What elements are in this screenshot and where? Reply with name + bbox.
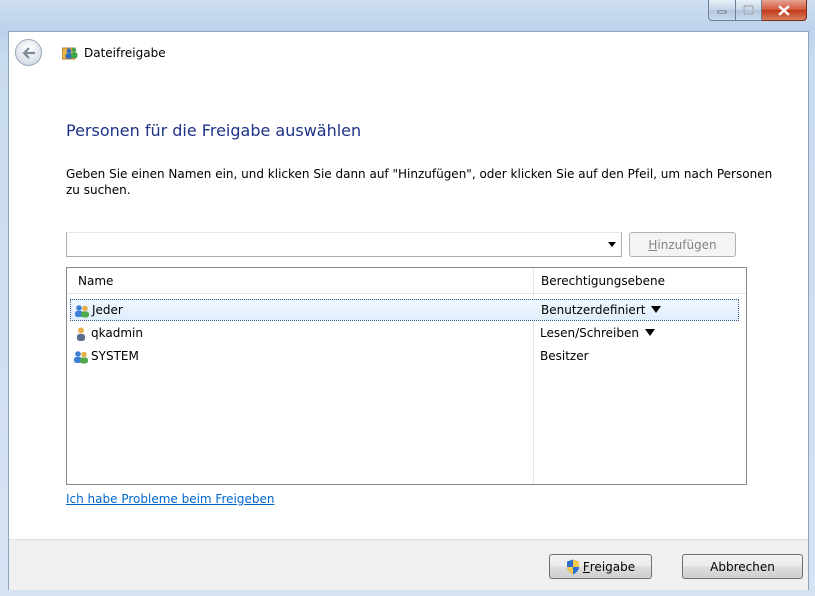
uac-shield-icon bbox=[566, 559, 579, 574]
permission-label: Lesen/Schreiben bbox=[540, 326, 639, 340]
list-item[interactable]: qkadmin Lesen/Schreiben bbox=[70, 323, 739, 345]
user-icon bbox=[77, 327, 85, 341]
close-icon bbox=[778, 4, 790, 16]
instruction-text: Geben Sie einen Namen ein, und klicken S… bbox=[66, 167, 773, 197]
share-button-label: reigabe bbox=[589, 559, 636, 574]
back-button[interactable] bbox=[15, 39, 42, 66]
list-item[interactable]: SYSTEM Besitzer bbox=[70, 346, 739, 368]
share-button[interactable]: Freigabe bbox=[549, 554, 652, 579]
list-item-name: qkadmin bbox=[91, 326, 143, 340]
dropdown-arrow-icon bbox=[651, 306, 662, 313]
permission-dropdown[interactable]: Benutzerdefiniert bbox=[541, 303, 662, 317]
maximize-icon bbox=[743, 5, 754, 15]
dialog-footer: Freigabe Abbrechen bbox=[9, 539, 808, 590]
dialog-client-area: Dateifreigabe Personen für die Freigabe … bbox=[8, 31, 809, 590]
column-header-name[interactable]: Name bbox=[78, 274, 113, 288]
cancel-button[interactable]: Abbrechen bbox=[682, 554, 803, 579]
dropdown-arrow-icon bbox=[644, 329, 655, 336]
group-users-icon bbox=[75, 305, 89, 318]
list-item[interactable]: Jeder Benutzerdefiniert bbox=[70, 299, 739, 321]
permissions-list[interactable]: Name Berechtigungsebene Jeder Benutzerde… bbox=[66, 267, 747, 485]
add-button[interactable]: Hinzufügen bbox=[629, 232, 736, 257]
nav-title: Dateifreigabe bbox=[84, 45, 166, 60]
share-button-accelerator: F bbox=[582, 559, 590, 574]
minimize-icon bbox=[717, 10, 727, 14]
permission-label: Besitzer bbox=[540, 349, 589, 363]
navigation-bar: Dateifreigabe bbox=[9, 32, 808, 74]
name-input[interactable] bbox=[70, 234, 594, 257]
list-item-name: SYSTEM bbox=[91, 349, 139, 363]
list-item-name: Jeder bbox=[92, 303, 123, 317]
file-sharing-icon bbox=[62, 47, 78, 60]
sharing-help-link[interactable]: Ich habe Probleme beim Freigeben bbox=[66, 492, 274, 506]
permission-dropdown[interactable]: Lesen/Schreiben bbox=[540, 326, 655, 340]
nav-title-group: Dateifreigabe bbox=[62, 45, 166, 60]
list-header: Name Berechtigungsebene bbox=[67, 268, 746, 294]
name-combobox[interactable] bbox=[66, 232, 622, 257]
maximize-button[interactable] bbox=[736, 0, 762, 21]
caption-buttons bbox=[708, 0, 807, 22]
window-frame: Dateifreigabe Personen für die Freigabe … bbox=[0, 0, 815, 596]
close-button[interactable] bbox=[762, 0, 807, 21]
group-users-icon bbox=[74, 351, 88, 364]
permission-label: Benutzerdefiniert bbox=[541, 303, 646, 317]
dropdown-arrow-icon[interactable] bbox=[608, 242, 616, 247]
column-header-permission[interactable]: Berechtigungsebene bbox=[541, 274, 665, 288]
add-button-label: inzufügen bbox=[657, 237, 717, 252]
back-arrow-icon bbox=[21, 46, 35, 59]
minimize-button[interactable] bbox=[708, 0, 736, 21]
page-title: Personen für die Freigabe auswählen bbox=[66, 121, 362, 140]
add-button-accelerator: H bbox=[648, 237, 658, 252]
